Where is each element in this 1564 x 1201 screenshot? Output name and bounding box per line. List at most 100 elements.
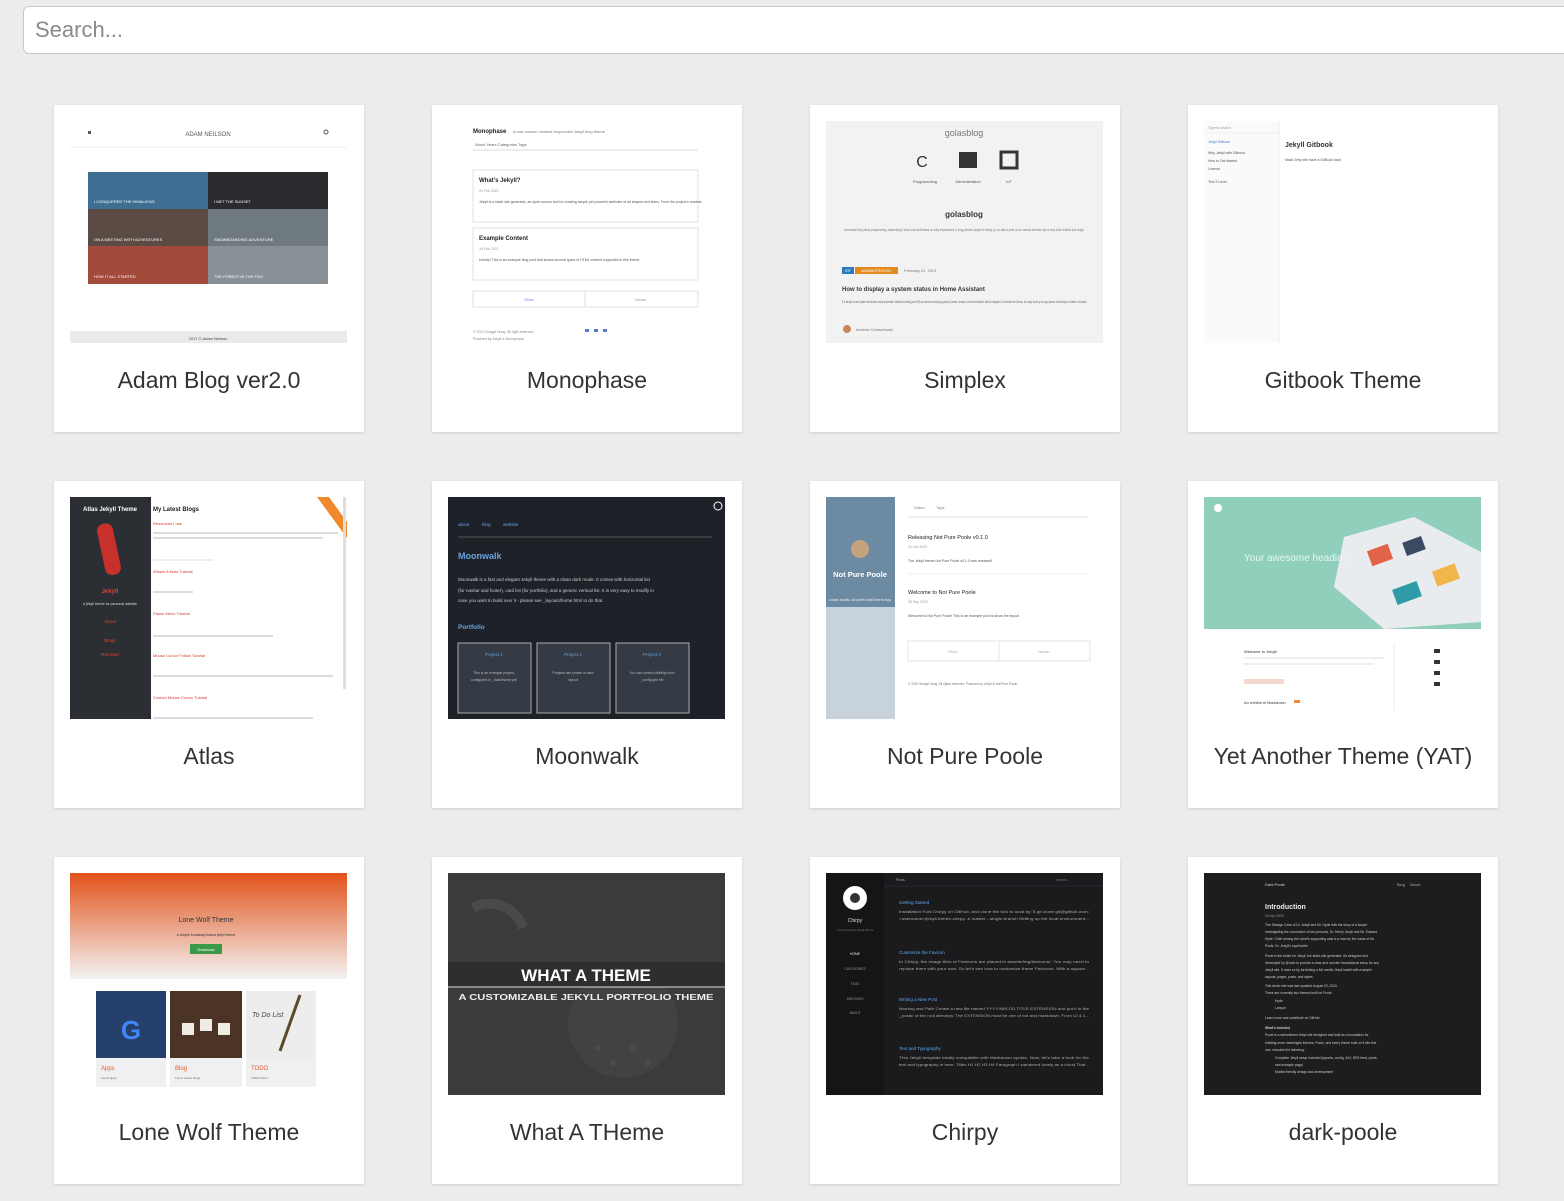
svg-text:Writing a New Post: Writing a New Post bbox=[899, 997, 938, 1002]
theme-preview[interactable]: Chirpy A text-focused Jekyll theme HOME … bbox=[826, 873, 1103, 1095]
theme-preview[interactable]: Atlas Jekyll Theme Jekyll A jekyll theme… bbox=[70, 497, 347, 719]
theme-card-adam-blog[interactable]: ADAM NEILSON I CONQUERED THE HIMALAYAS I… bbox=[54, 105, 364, 432]
theme-preview[interactable]: Your awesome heading Welcome to Jekyll! … bbox=[1204, 497, 1481, 719]
theme-card-gitbook[interactable]: Type to search Jekyll Gitbook Why Jekyll… bbox=[1188, 105, 1498, 432]
svg-text:Resources I use: Resources I use bbox=[153, 521, 183, 526]
dark-poole-text-line: and example page) bbox=[1275, 1063, 1303, 1067]
theme-title[interactable]: Chirpy bbox=[810, 1119, 1120, 1146]
svg-text:A technical blog about program: A technical blog about programming, netw… bbox=[844, 228, 1084, 232]
svg-text:About: About bbox=[1410, 882, 1421, 887]
theme-title[interactable]: Gitbook Theme bbox=[1188, 367, 1498, 394]
menu-icon bbox=[88, 131, 91, 134]
theme-preview[interactable]: Lone Wolf Theme A simple bootstrap based… bbox=[70, 873, 347, 1095]
svg-text:TAGS: TAGS bbox=[851, 982, 861, 986]
svg-text:I CONQUERED THE HIMALAYAS: I CONQUERED THE HIMALAYAS bbox=[94, 199, 155, 204]
svg-text:It is handy to have system inf: It is handy to have system information e… bbox=[842, 300, 1087, 304]
svg-text:Tags: Tags bbox=[936, 505, 944, 510]
theme-preview[interactable]: WHAT A THEME A CUSTOMIZABLE JEKYLL PORTF… bbox=[448, 873, 725, 1095]
svg-text:Custom Mouse Cursor Tutorial: Custom Mouse Cursor Tutorial bbox=[153, 695, 207, 700]
search-input[interactable] bbox=[23, 6, 1564, 54]
svg-text:Moonwalk is a fast and elegant: Moonwalk is a fast and elegant Jekyll th… bbox=[458, 577, 651, 582]
theme-card-yat[interactable]: Your awesome heading Welcome to Jekyll! … bbox=[1188, 481, 1498, 808]
theme-preview[interactable]: Dark Poole Blog About Introduction 04 Ap… bbox=[1204, 873, 1481, 1095]
svg-text:What's Jekyll?: What's Jekyll? bbox=[479, 178, 521, 184]
svg-text:Getting Started: Getting Started bbox=[899, 900, 930, 905]
theme-title[interactable]: Simplex bbox=[810, 367, 1120, 394]
svg-text:Programming: Programming bbox=[913, 179, 937, 184]
svg-text:Pause Menu Tutorial: Pause Menu Tutorial bbox=[153, 611, 190, 616]
theme-title[interactable]: Moonwalk bbox=[432, 743, 742, 770]
svg-text:TODO items.: TODO items. bbox=[251, 1076, 269, 1080]
dark-poole-text-line: investigating the connection of two pers… bbox=[1265, 930, 1377, 934]
svg-text:IOT: IOT bbox=[845, 269, 852, 273]
svg-text:website: website bbox=[503, 522, 519, 527]
svg-text:This is an example project,: This is an example project, bbox=[473, 671, 515, 675]
avatar bbox=[851, 540, 869, 558]
theme-title[interactable]: Yet Another Theme (YAT) bbox=[1188, 743, 1498, 770]
theme-title[interactable]: Lone Wolf Theme bbox=[54, 1119, 364, 1146]
svg-text:golasblog: golasblog bbox=[945, 210, 983, 219]
theme-title[interactable]: dark-poole bbox=[1188, 1119, 1498, 1146]
theme-card-chirpy[interactable]: Chirpy A text-focused Jekyll theme HOME … bbox=[810, 857, 1120, 1184]
svg-text:CATEGORIES: CATEGORIES bbox=[844, 967, 866, 971]
svg-text:About: About bbox=[104, 619, 117, 624]
theme-preview[interactable]: Type to search Jekyll Gitbook Why Jekyll… bbox=[1204, 121, 1481, 343]
svg-text:HOW IT ALL STARTED: HOW IT ALL STARTED bbox=[94, 274, 136, 279]
svg-text:Older: Older bbox=[524, 297, 534, 302]
dark-poole-text-line: building more meaningful themes. Poole, … bbox=[1265, 1041, 1377, 1045]
theme-title[interactable]: Adam Blog ver2.0 bbox=[54, 367, 364, 394]
theme-card-monophase[interactable]: Monophase A one-column minimal responsiv… bbox=[432, 105, 742, 432]
theme-card-atlas[interactable]: Atlas Jekyll Theme Jekyll A jekyll theme… bbox=[54, 481, 364, 808]
svg-text:Why Jekyll with Gitbook: Why Jekyll with Gitbook bbox=[1208, 151, 1245, 155]
theme-preview[interactable]: Monophase A one-column minimal responsiv… bbox=[448, 121, 725, 343]
svg-text:WHAT A THEME: WHAT A THEME bbox=[521, 966, 651, 985]
svg-text:Powered by Jekyll & Monophase: Powered by Jekyll & Monophase bbox=[473, 337, 524, 341]
svg-text:Text and Typography: Text and Typography bbox=[899, 1046, 941, 1051]
svg-text:TODO: TODO bbox=[251, 1066, 269, 1072]
svg-text:(for navbar and footer), card: (for navbar and footer), card list (for … bbox=[458, 588, 654, 593]
svg-text:How to display a system status: How to display a system status in Home A… bbox=[842, 287, 985, 293]
svg-text:Howdy! This is an example blog: Howdy! This is an example blog post that… bbox=[479, 258, 640, 262]
svg-text:Atlas Jekyll Theme: Atlas Jekyll Theme bbox=[83, 507, 138, 513]
theme-preview[interactable]: golasblog C Programming Administration I… bbox=[826, 121, 1103, 343]
svg-text:HOME: HOME bbox=[850, 952, 861, 956]
theme-card-what-a-theme[interactable]: WHAT A THEME A CUSTOMIZABLE JEKYLL PORTF… bbox=[432, 857, 742, 1184]
svg-text:about: about bbox=[458, 522, 470, 527]
theme-card-dark-poole[interactable]: Dark Poole Blog About Introduction 04 Ap… bbox=[1188, 857, 1498, 1184]
theme-title[interactable]: What A THeme bbox=[432, 1119, 742, 1146]
theme-title[interactable]: Atlas bbox=[54, 743, 364, 770]
theme-preview[interactable]: Not Pure Poole A simple, beautiful, and … bbox=[826, 497, 1103, 719]
svg-text:Mouse Cursor Follow Tutorial: Mouse Cursor Follow Tutorial bbox=[153, 653, 205, 658]
dark-poole-text-line: Jekyll site. It does so by furnishing a … bbox=[1265, 968, 1372, 972]
theme-card-lone-wolf[interactable]: Lone Wolf Theme A simple bootstrap based… bbox=[54, 857, 364, 1184]
svg-text:ARCHIVES: ARCHIVES bbox=[847, 997, 865, 1001]
svg-text:Moonwalk: Moonwalk bbox=[458, 551, 502, 561]
svg-text:Jekyll Gitbook: Jekyll Gitbook bbox=[1285, 142, 1333, 149]
svg-text:A CUSTOMIZABLE JEKYLL PORTFOLI: A CUSTOMIZABLE JEKYLL PORTFOLIO THEME bbox=[459, 992, 714, 1002]
theme-preview[interactable]: about blog website Moonwalk Moonwalk is … bbox=[448, 497, 725, 719]
svg-text:Project 3: Project 3 bbox=[643, 652, 661, 657]
svg-text:2017 © Adam Neilson: 2017 © Adam Neilson bbox=[189, 336, 228, 341]
dark-poole-text-line: Lanyon bbox=[1275, 1006, 1286, 1010]
svg-text:Example Content: Example Content bbox=[479, 236, 528, 242]
svg-text:Naming and Path Create a new f: Naming and Path Create a new file named … bbox=[899, 1007, 1089, 1011]
theme-preview[interactable]: ADAM NEILSON I CONQUERED THE HIMALAYAS I… bbox=[70, 121, 347, 343]
svg-text:Rss feed: Rss feed bbox=[101, 652, 119, 657]
svg-text:01 Oct 2020: 01 Oct 2020 bbox=[908, 545, 927, 549]
svg-text:Project 1: Project 1 bbox=[485, 652, 503, 657]
svg-text:You can control visibility fro: You can control visibility from bbox=[629, 671, 674, 675]
svg-text:About Years Categories T: About Years Categories Tags bbox=[475, 142, 527, 147]
theme-grid: ADAM NEILSON I CONQUERED THE HIMALAYAS I… bbox=[54, 105, 1498, 1184]
theme-title[interactable]: Monophase bbox=[432, 367, 742, 394]
svg-text:ADMINISTRATION: ADMINISTRATION bbox=[861, 269, 891, 273]
dark-poole-text-line: This demo site was last updated August 0… bbox=[1265, 984, 1338, 988]
theme-title[interactable]: Not Pure Poole bbox=[810, 743, 1120, 770]
theme-card-not-pure-poole[interactable]: Not Pure Poole A simple, beautiful, and … bbox=[810, 481, 1120, 808]
theme-card-simplex[interactable]: golasblog C Programming Administration I… bbox=[810, 105, 1120, 432]
svg-text:Blog: Blog bbox=[1397, 882, 1405, 887]
dark-poole-text-line: developed by @mdo to provide a clear and… bbox=[1265, 961, 1379, 965]
theme-card-moonwalk[interactable]: about blog website Moonwalk Moonwalk is … bbox=[432, 481, 742, 808]
svg-text:List of recent blogs.: List of recent blogs. bbox=[175, 1076, 201, 1080]
google-icon: G bbox=[121, 1015, 141, 1045]
svg-text:To Do List: To Do List bbox=[252, 1012, 284, 1019]
